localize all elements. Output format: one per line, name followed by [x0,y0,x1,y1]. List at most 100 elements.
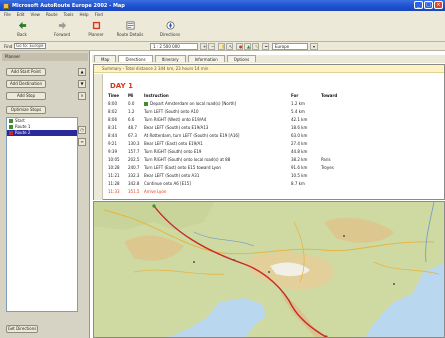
table-row[interactable]: 8:31 48.7 Bear LEFT (South) onto E19/A13 18… [108,124,438,132]
cell-distance: 5.4 km [291,108,321,116]
pushpin-button[interactable]: ● [236,43,243,50]
schedule-button[interactable]: ◷ [78,126,86,134]
forward-arrow-icon [58,21,66,30]
hand-icon: ✋ [221,44,224,49]
add-stop-button[interactable]: Add Stop [6,92,46,100]
arrow-up-icon: ▲ [80,69,84,74]
table-row[interactable]: 10:28 240.7 Turn LEFT (East) onto E15 towa… [108,164,438,172]
cell-mi: 1.2 [128,108,144,116]
directions-gutter [94,74,103,200]
minimize-button[interactable]: _ [414,1,423,9]
optimize-stops-button[interactable]: Optimize Stops [6,106,46,114]
column-header-time: Time [108,93,119,98]
pointer-icon: ↖ [229,44,233,49]
zoom-out-button[interactable]: − [208,43,215,50]
move-down-button[interactable]: ▼ [78,80,86,88]
cell-time: 11:21 [108,172,128,180]
close-button[interactable]: × [434,1,443,9]
cell-instruction-text: Depart Amsterdam on local road(s) [North… [150,101,237,106]
table-row[interactable]: 9:39 157.7 Turn RIGHT (South) onto E19 44.8… [108,148,438,156]
cell-mi: 6.6 [128,116,144,124]
menu-bar: File Edit View Route Tools Help Find [0,11,445,18]
list-item-selected[interactable]: Route 2 [7,130,77,136]
maximize-button[interactable]: □ [424,1,433,9]
route-details-button[interactable]: Route Details [112,20,148,40]
location-field[interactable]: Europe [272,43,308,50]
table-row[interactable]: 11:33 351.5 Arrive Lyon [108,188,438,196]
table-row[interactable]: 11:28 342.8 Continue onto A6 [E15] 8.7 km [108,180,438,188]
location-dropdown[interactable]: ▾ [310,43,318,50]
route-stops-list[interactable]: Start Route 1 Route 2 [6,117,78,312]
zoom-in-button[interactable]: + [200,43,207,50]
drawing-button[interactable]: ✎ [252,43,259,50]
cell-instruction-text: Turn RIGHT (South) onto E19 [144,149,202,154]
add-start-button[interactable]: Add Start Point [6,68,46,76]
table-row[interactable]: 8:02 1.2 Turn LEFT (South) onto A10 5.4 km [108,108,438,116]
highlighter-button[interactable]: ▲ [244,43,251,50]
pan-button[interactable]: ✋ [218,43,225,50]
menu-edit[interactable]: Edit [17,12,25,17]
menu-find[interactable]: Find [95,12,103,17]
cell-mi-text: 0.0 [128,101,135,106]
planner-button[interactable]: Planner [78,20,114,40]
cell-mi: 48.7 [128,124,144,132]
cell-time-text: 11:21 [108,173,120,178]
zoom-scale-field[interactable]: 1 : 2 500 000 [150,43,198,50]
cell-time: 9:21 [108,140,128,148]
route-options-button[interactable]: ≡ [78,138,86,146]
cell-time: 8:44 [108,132,128,140]
europe-map[interactable] [94,202,445,338]
cell-distance-text: 44.8 km [291,149,308,154]
menu-route[interactable]: Route [46,12,58,17]
tab-directions[interactable]: Directions [118,55,153,62]
city-dot [268,271,270,273]
table-row[interactable]: 8:44 67.3 At Rotterdam, turn LEFT (South) … [108,132,438,140]
back-button[interactable]: Back [4,20,40,40]
menu-help[interactable]: Help [79,12,88,17]
pencil-icon: ✎ [255,44,259,49]
table-row[interactable]: 11:21 332.3 Bear LEFT (South) onto A31 10.5… [108,172,438,180]
view-tabs: Map Directions Itinerary Information Opt… [92,55,445,63]
table-row[interactable]: 9:21 130.3 Bear LEFT (East) onto E19/A1 27.… [108,140,438,148]
menu-view[interactable]: View [30,12,40,17]
map-view[interactable] [93,201,445,338]
city-dot [343,235,345,237]
tab-options[interactable]: Options [226,55,257,62]
tab-map[interactable]: Map [94,55,117,62]
cell-instruction: Arrive Lyon [144,188,291,196]
cell-distance-text: 1.2 km [291,101,305,106]
cell-distance: 27.4 km [291,140,321,148]
get-directions-button[interactable]: Get Directions [6,325,38,333]
cell-instruction: Bear LEFT (South) onto A31 [144,172,291,180]
cell-mi-text: 48.7 [128,125,137,130]
forward-button[interactable]: Forward [44,20,80,40]
directions-table: Time Mi Instruction For Toward 8:00 0.0 De… [108,92,438,196]
remove-stop-button[interactable]: × [78,92,86,100]
table-row[interactable]: 8:00 0.0 Depart Amsterdam on local road(s)… [108,100,438,108]
cell-toward-text: Troyes [321,165,334,170]
cell-time: 9:39 [108,148,128,156]
cell-mi-text: 240.7 [128,165,140,170]
move-up-button[interactable]: ▲ [78,68,86,76]
cell-distance-text: 91.6 km [291,165,308,170]
cell-time-text: 11:33 [108,189,120,194]
find-input[interactable]: Go to: Europe [14,43,46,49]
cell-mi: 157.7 [128,148,144,156]
cell-toward [321,124,381,132]
tab-information[interactable]: Information [187,55,225,62]
add-destination-button[interactable]: Add Destination [6,80,46,88]
menu-tools[interactable]: Tools [64,12,74,17]
tab-itinerary[interactable]: Itinerary [154,55,186,62]
table-row[interactable]: 8:06 6.6 Turn RIGHT (West) onto E19/A4 42.1… [108,116,438,124]
route-start-marker[interactable] [152,204,156,208]
directions-button[interactable]: Directions [152,20,188,40]
cell-instruction-text: Bear LEFT (South) onto A31 [144,173,200,178]
cell-distance-text: 38.2 km [291,157,308,162]
cell-mi-text: 67.3 [128,133,137,138]
menu-file[interactable]: File [4,12,11,17]
cell-instruction: Turn LEFT (East) onto E15 toward Lyon [144,164,291,172]
cell-instruction-text: Turn LEFT (South) onto A10 [144,109,199,114]
measure-button[interactable]: ═ [262,43,269,50]
table-row[interactable]: 10:05 202.5 Turn RIGHT (South) onto local … [108,156,438,164]
select-button[interactable]: ↖ [226,43,233,50]
